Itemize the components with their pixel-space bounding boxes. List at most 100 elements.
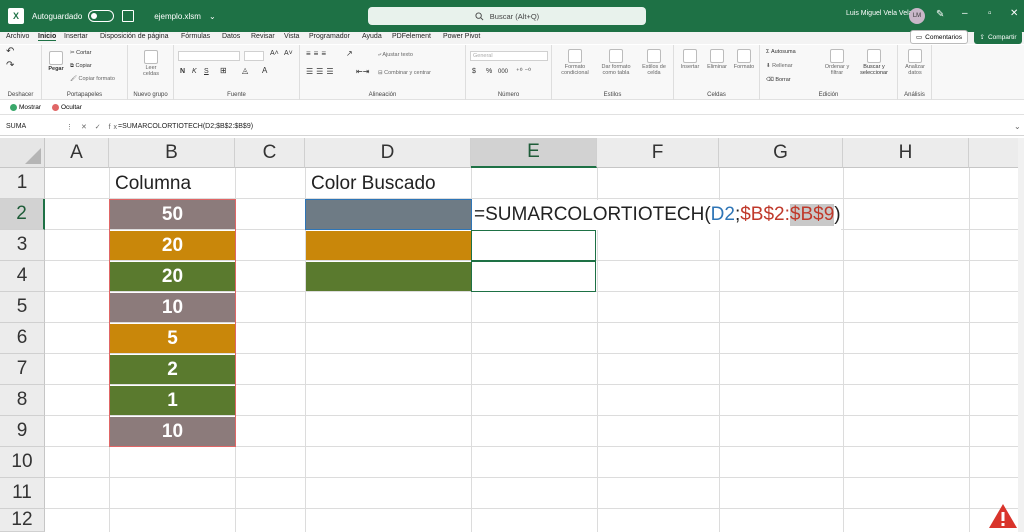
format-cells-button[interactable]: Formato [732, 49, 756, 70]
tab-ayuda[interactable]: Ayuda [362, 33, 382, 40]
show-button[interactable]: Mostrar [10, 104, 41, 111]
avatar[interactable]: LM [909, 8, 925, 24]
save-icon[interactable] [122, 10, 135, 22]
font-color-icon[interactable]: A [262, 67, 267, 75]
horizontal-align-icons[interactable]: ☰☰☰ [306, 68, 337, 76]
fill-button[interactable]: ⬇ Rellenar [766, 63, 793, 69]
vertical-scrollbar[interactable] [1018, 138, 1024, 532]
italic-button[interactable]: K [192, 68, 197, 75]
tab-power-pivot[interactable]: Power Pivot [443, 33, 480, 40]
vertical-align-icons[interactable]: ≡≡≡ [306, 50, 329, 58]
column-header-h[interactable]: H [843, 138, 969, 168]
column-header-b[interactable]: B [109, 138, 235, 168]
tab-formulas[interactable]: Fórmulas [181, 33, 210, 40]
tab-inicio[interactable]: Inicio [38, 33, 57, 41]
column-header-d[interactable]: D [305, 138, 471, 168]
tab-pdfelement[interactable]: PDFelement [392, 33, 431, 40]
read-cells-button[interactable]: Leer celdas [138, 50, 164, 77]
fill-color-icon[interactable]: ◬ [242, 67, 248, 75]
minimize-icon[interactable]: – [962, 8, 968, 19]
row-header-2[interactable]: 2 [0, 199, 45, 230]
cut-button[interactable]: ✂ Cortar [70, 50, 91, 56]
pen-icon[interactable]: ✎ [936, 9, 944, 20]
chevron-down-icon[interactable]: ⌄ [209, 12, 216, 21]
conditional-format-button[interactable]: Formato condicional [556, 49, 594, 76]
underline-button[interactable]: S [204, 68, 209, 75]
tab-programador[interactable]: Programador [309, 33, 350, 40]
autosave-toggle[interactable] [88, 10, 115, 22]
thousands-button[interactable]: 000 [498, 69, 508, 75]
share-button[interactable]: ⇪ Compartir [974, 30, 1022, 44]
analyze-data-button[interactable]: Analizar datos [902, 49, 928, 76]
redo-icon[interactable]: ↷ [6, 61, 14, 71]
currency-button[interactable]: $ [472, 68, 476, 75]
decimal-icons[interactable]: ⁺⁰ ⁻⁰ [516, 68, 531, 75]
grow-font-icon[interactable]: A˄ [270, 50, 279, 57]
cell-d1[interactable]: Color Buscado [305, 169, 471, 198]
cell-styles-button[interactable]: Estilos de celda [638, 49, 670, 76]
row-header-4[interactable]: 4 [0, 261, 45, 292]
insert-cells-button[interactable]: Insertar [678, 49, 702, 70]
select-all-corner[interactable] [0, 138, 45, 168]
shrink-font-icon[interactable]: A˅ [284, 50, 293, 57]
row-header-11[interactable]: 11 [0, 478, 45, 509]
autosum-button[interactable]: Σ Autosuma [766, 49, 796, 55]
file-name[interactable]: ejemplo.xlsm [154, 12, 201, 21]
row-header-10[interactable]: 10 [0, 447, 45, 478]
row-header-6[interactable]: 6 [0, 323, 45, 354]
font-size-box[interactable] [244, 51, 264, 61]
row-header-9[interactable]: 9 [0, 416, 45, 447]
row-header-7[interactable]: 7 [0, 354, 45, 385]
column-header-c[interactable]: C [235, 138, 305, 168]
cell-b1[interactable]: Columna [109, 169, 235, 198]
find-select-button[interactable]: Buscar y seleccionar [856, 49, 892, 76]
percent-button[interactable]: % [486, 68, 492, 75]
column-header-g[interactable]: G [719, 138, 843, 168]
column-header-a[interactable]: A [45, 138, 109, 168]
borders-icon[interactable]: ⊞ [220, 67, 227, 75]
copy-button[interactable]: ⧉ Copiar [70, 63, 92, 69]
comments-button[interactable]: ▭ Comentarios [910, 30, 968, 44]
close-icon[interactable]: ✕ [1010, 8, 1018, 19]
column-header-i[interactable] [969, 138, 1024, 168]
cell-e3[interactable] [471, 230, 596, 261]
row-header-12[interactable]: 12 [0, 509, 45, 532]
cell-d4[interactable] [306, 262, 471, 291]
sort-filter-button[interactable]: Ordenar y filtrar [822, 49, 852, 76]
row-header-1[interactable]: 1 [0, 168, 45, 199]
tab-archivo[interactable]: Archivo [6, 33, 29, 40]
name-box[interactable]: SUMA [6, 123, 62, 133]
format-painter-button[interactable]: 🖌 Copiar formato [70, 76, 115, 82]
row-header-8[interactable]: 8 [0, 385, 45, 416]
tab-datos[interactable]: Datos [222, 33, 240, 40]
font-name-box[interactable] [178, 51, 240, 61]
wrap-text-button[interactable]: ⤶ Ajustar texto [378, 52, 413, 58]
tab-insertar[interactable]: Insertar [64, 33, 88, 40]
number-format-box[interactable]: General [470, 51, 548, 61]
formula-input[interactable]: =SUMARCOLORTIOTECH(D2;$B$2:$B$9) [118, 123, 253, 130]
hide-button[interactable]: Ocultar [52, 104, 82, 111]
merge-center-button[interactable]: ⊟ Combinar y centrar [378, 70, 431, 76]
row-header-5[interactable]: 5 [0, 292, 45, 323]
search-box[interactable]: Buscar (Alt+Q) [368, 7, 646, 25]
undo-icon[interactable]: ↶ [6, 47, 14, 57]
tab-revisar[interactable]: Revisar [251, 33, 275, 40]
restore-icon[interactable]: ▫ [988, 8, 992, 19]
tab-vista[interactable]: Vista [284, 33, 299, 40]
delete-cells-button[interactable]: Eliminar [704, 49, 730, 70]
format-table-button[interactable]: Dar formato como tabla [596, 49, 636, 76]
cell-e2-editing[interactable]: =SUMARCOLORTIOTECH(D2; $B$2: $B$9) [472, 200, 841, 230]
clear-button[interactable]: ⌫ Borrar [766, 77, 791, 83]
cell-e4[interactable] [471, 261, 596, 292]
paste-button[interactable]: Pegar [46, 51, 66, 72]
bold-button[interactable]: N [180, 68, 185, 75]
expand-formula-icon[interactable]: ⌄ [1014, 122, 1021, 131]
formula-controls[interactable]: ⋮ ✕ ✓ fx [66, 123, 120, 131]
cell-d3[interactable] [306, 231, 471, 260]
column-header-f[interactable]: F [597, 138, 719, 168]
tab-disposicion[interactable]: Disposición de página [100, 33, 169, 40]
column-header-e[interactable]: E [471, 138, 597, 168]
orientation-icon[interactable]: ↗ [346, 50, 353, 58]
row-header-3[interactable]: 3 [0, 230, 45, 261]
indent-icons[interactable]: ⇤⇥ [356, 68, 369, 76]
